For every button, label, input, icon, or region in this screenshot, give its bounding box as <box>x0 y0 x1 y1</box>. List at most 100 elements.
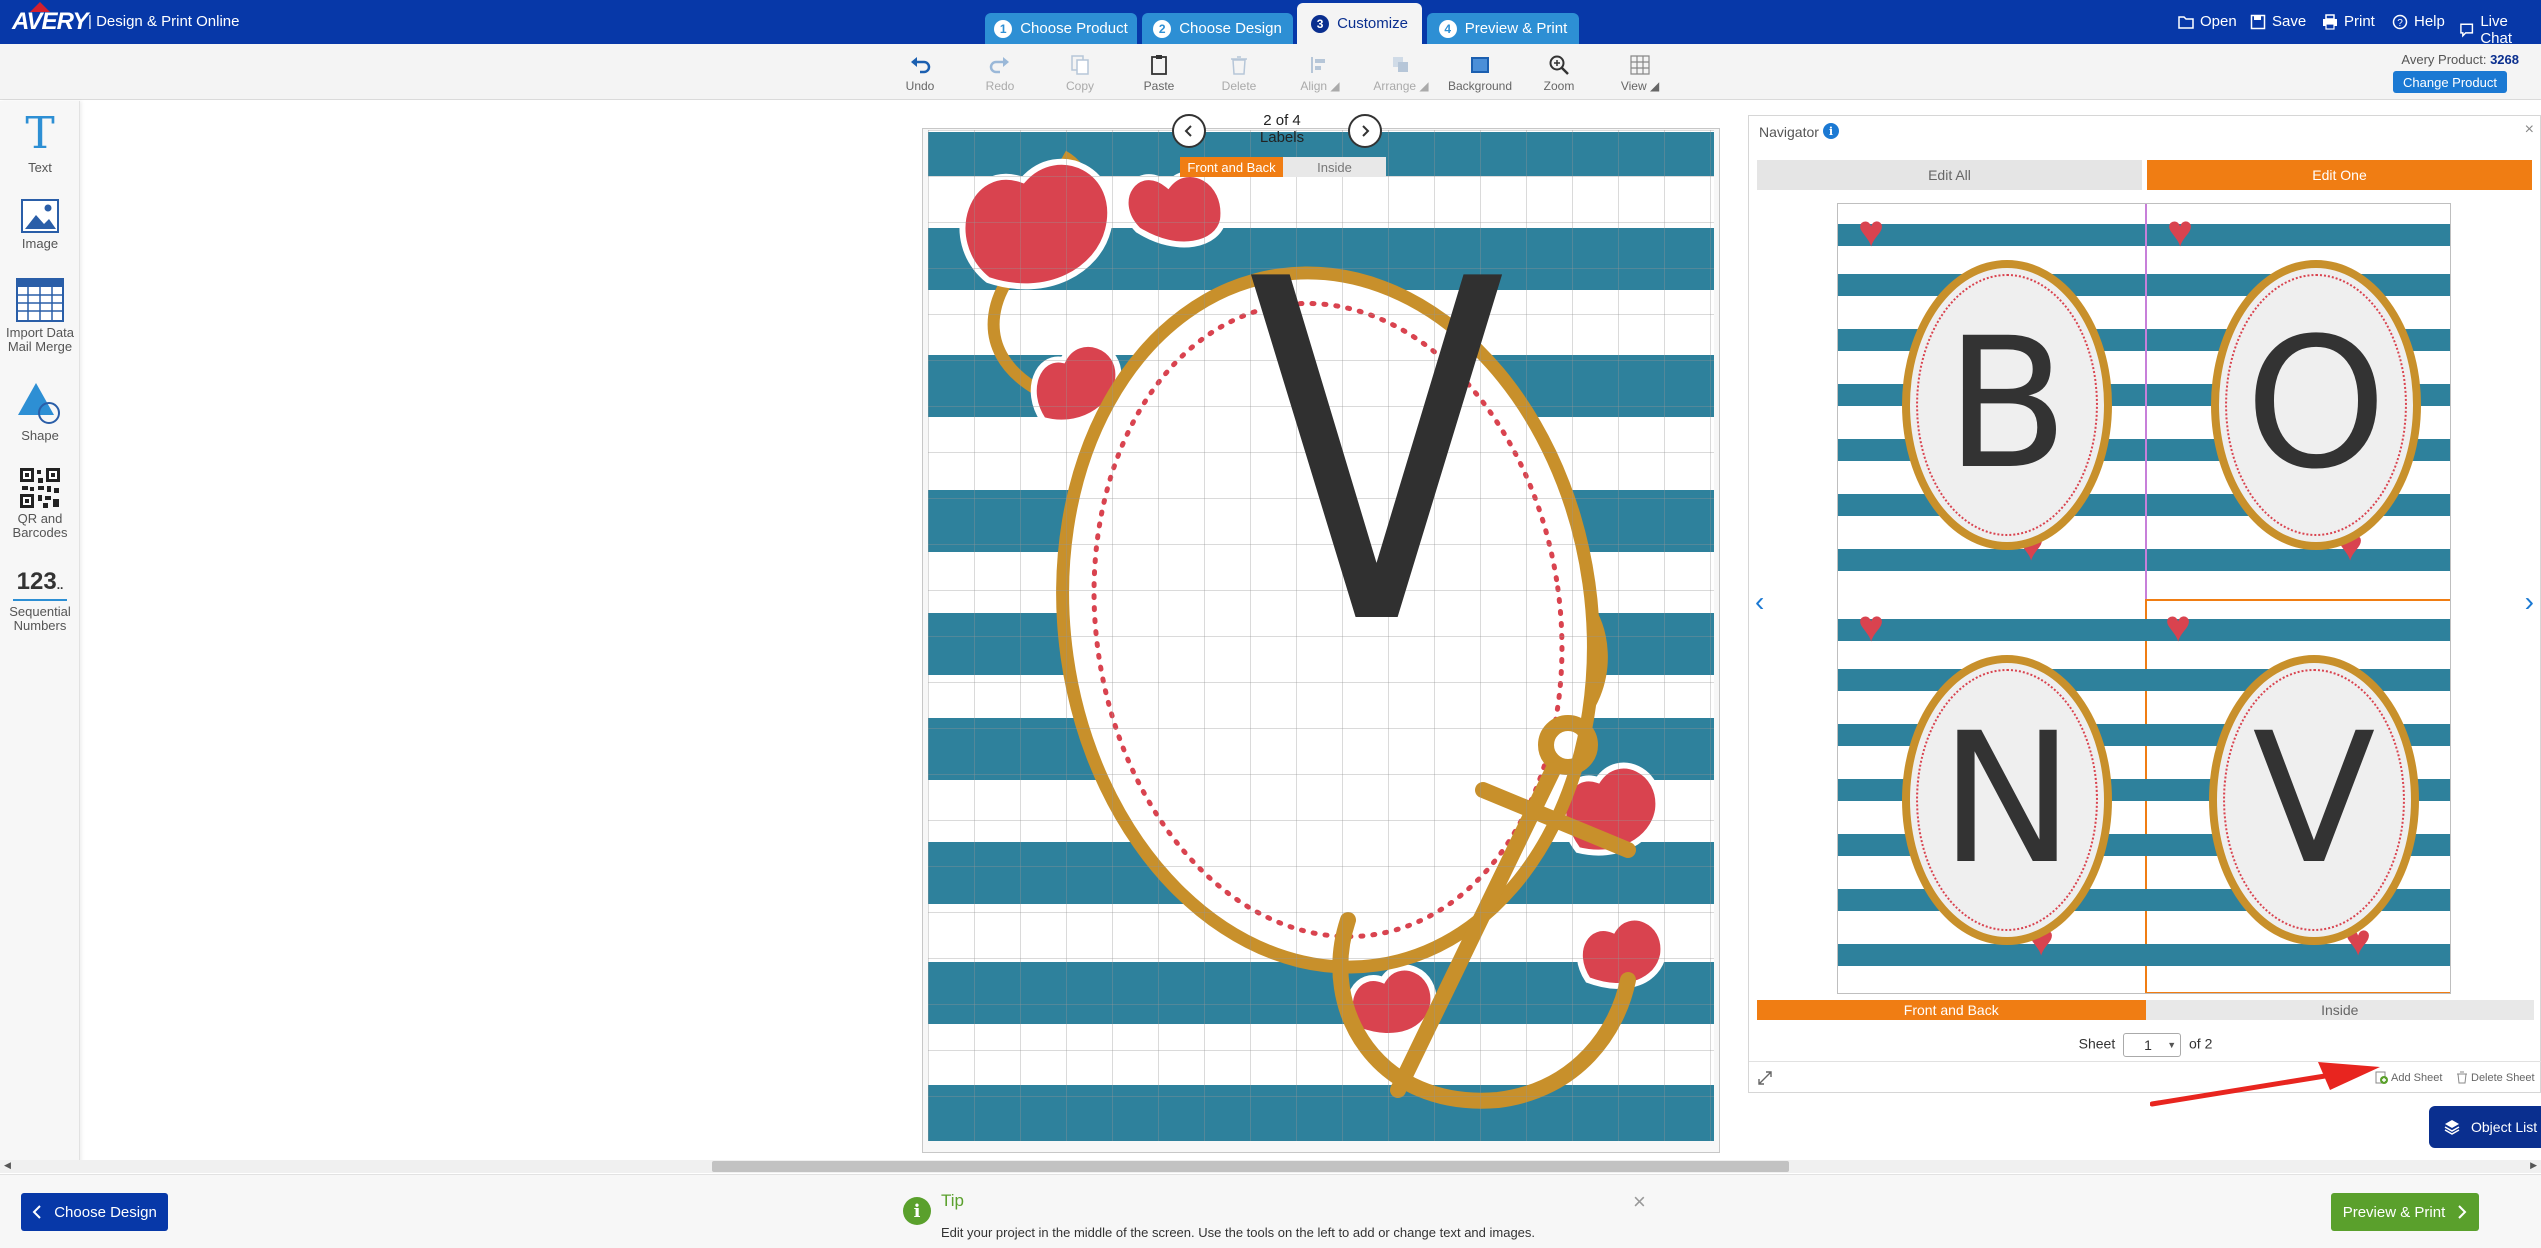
avery-product-info: Avery Product: 3268 <box>2401 52 2519 67</box>
align-label: Align <box>1300 79 1328 93</box>
label-thumbnail[interactable]: ♥ ♥ N <box>1838 599 2145 993</box>
navigator-face-tabs: Front and Back Inside <box>1757 1000 2534 1020</box>
step-label: Customize <box>1337 15 1408 32</box>
previous-sheet-arrow-icon[interactable]: ‹ <box>1755 586 1764 618</box>
object-list-label: Object List <box>2471 1119 2538 1135</box>
tab-inside[interactable]: Inside <box>2145 1000 2534 1020</box>
step-choose-product[interactable]: 1 Choose Product <box>985 13 1137 44</box>
edit-one-tab[interactable]: Edit One <box>2147 160 2532 190</box>
undo-button[interactable]: Undo <box>885 54 955 93</box>
qr-code-icon <box>20 468 60 508</box>
navigator-panel: Navigator i × Edit All Edit One ‹ › ♥ ♥ … <box>1748 115 2541 1093</box>
seq-glyph: 123 <box>16 568 57 595</box>
background-label: Background <box>1447 79 1513 93</box>
add-sheet-button[interactable]: Add Sheet <box>2375 1071 2442 1084</box>
preview-print-button[interactable]: Preview & Print <box>2331 1193 2479 1231</box>
delete-sheet-button[interactable]: Delete Sheet <box>2456 1071 2535 1084</box>
zoom-button[interactable]: Zoom <box>1524 54 1594 93</box>
heart-graphic: ♥ <box>1858 207 1885 256</box>
qr-barcode-tool[interactable]: QR and Barcodes <box>0 468 80 540</box>
sheet-thumbnail: ♥ ♥ B ♥ ♥ O ♥ ♥ N ♥ ♥ V <box>1837 203 2451 994</box>
arrange-icon <box>1393 57 1408 72</box>
live-chat-label: Live Chat <box>2480 13 2512 47</box>
print-button[interactable]: Print <box>2322 13 2375 30</box>
tab-front-and-back[interactable]: Front and Back <box>1180 157 1283 177</box>
label-thumbnail[interactable]: ♥ ♥ B <box>1838 204 2145 599</box>
mini-stripe <box>1838 549 2145 571</box>
close-icon[interactable]: × <box>2525 121 2534 139</box>
folder-icon <box>2178 15 2194 29</box>
navigator-footer: Add Sheet Delete Sheet <box>1749 1061 2541 1093</box>
horizontal-scrollbar-thumb[interactable] <box>712 1161 1789 1172</box>
caret-down-icon: ▼ <box>2167 1040 2177 1050</box>
sheet-select[interactable]: 1 ▼ <box>2123 1033 2182 1057</box>
heart-graphic: ♥ <box>2167 207 2194 256</box>
choose-design-button[interactable]: Choose Design <box>21 1193 168 1231</box>
redo-button[interactable]: Redo <box>965 54 1035 93</box>
paste-icon <box>1151 55 1167 75</box>
label-thumbnail[interactable]: ♥ ♥ O <box>2145 204 2450 599</box>
tip-text: Edit your project in the middle of the s… <box>941 1225 1536 1240</box>
seq-label-line2: Numbers <box>13 618 67 633</box>
mini-oval-frame: O <box>2211 260 2421 550</box>
change-product-button[interactable]: Change Product <box>2393 71 2507 93</box>
save-button[interactable]: Save <box>2250 13 2306 30</box>
delete-button[interactable]: Delete <box>1204 54 1274 93</box>
mini-stripe <box>2147 549 2450 571</box>
copy-button[interactable]: Copy <box>1045 54 1115 93</box>
toolbar: Undo Redo Copy Paste Delete Align ◢ Arra… <box>0 44 2541 100</box>
background-button[interactable]: Background <box>1445 54 1515 93</box>
edit-all-tab[interactable]: Edit All <box>1757 160 2142 190</box>
live-chat-button[interactable]: Live Chat <box>2459 13 2541 47</box>
info-icon[interactable]: i <box>1823 123 1839 139</box>
add-image-tool[interactable]: Image <box>0 199 80 251</box>
import-data-tool[interactable]: Import Data Mail Merge <box>0 278 80 354</box>
chevron-right-icon <box>2458 1205 2467 1219</box>
open-button[interactable]: Open <box>2178 13 2237 30</box>
design-canvas[interactable]: V <box>928 130 1714 1141</box>
add-sheet-label: Add Sheet <box>2391 1071 2443 1084</box>
design-letter[interactable]: V <box>1248 220 1505 690</box>
background-icon <box>1471 57 1489 73</box>
view-label: View <box>1620 79 1647 93</box>
scroll-left-icon[interactable]: ◀ <box>4 1160 11 1171</box>
close-icon[interactable]: × <box>1633 1189 1646 1215</box>
label-thumbnail-selected[interactable]: ♥ ♥ V <box>2145 599 2450 993</box>
import-data-label: Import Data <box>6 325 74 340</box>
undo-label: Undo <box>905 79 935 93</box>
preview-print-label: Preview & Print <box>2342 1203 2446 1221</box>
thumbnail-letter: O <box>2245 300 2387 509</box>
step-label: Choose Design <box>1179 20 1282 37</box>
tab-inside[interactable]: Inside <box>1283 157 1386 177</box>
scroll-right-icon[interactable]: ▶ <box>2530 1160 2537 1171</box>
help-label: Help <box>2414 13 2445 30</box>
add-shape-tool[interactable]: Shape <box>0 381 80 443</box>
next-page-button[interactable] <box>1348 114 1382 148</box>
object-list-button[interactable]: Object List <box>2429 1106 2541 1148</box>
spreadsheet-icon <box>16 278 64 322</box>
paste-button[interactable]: Paste <box>1124 54 1194 93</box>
printer-icon <box>2323 13 2337 30</box>
step-preview-print[interactable]: 4 Preview & Print <box>1427 13 1579 44</box>
left-tool-panel: T Text Image Import Data Mail Merge Shap… <box>0 101 80 1163</box>
delete-label: Delete <box>1221 79 1257 93</box>
grid-icon <box>1630 55 1650 75</box>
canvas-face-tabs: Front and Back Inside <box>1180 157 1386 177</box>
step-choose-design[interactable]: 2 Choose Design <box>1142 13 1293 44</box>
bottom-bar: Choose Design i Tip Edit your project in… <box>0 1174 2541 1248</box>
heart-graphic: ♥ <box>2165 602 2192 651</box>
add-text-tool[interactable]: T Text <box>0 111 80 175</box>
next-sheet-arrow-icon[interactable]: › <box>2525 586 2534 618</box>
arrange-button[interactable]: Arrange ◢ <box>1366 54 1436 93</box>
tab-front-and-back[interactable]: Front and Back <box>1757 1000 2146 1020</box>
shape-icon <box>18 383 60 424</box>
help-button[interactable]: ? Help <box>2392 13 2445 30</box>
align-button[interactable]: Align ◢ <box>1285 54 1355 93</box>
sequential-numbers-tool[interactable]: 123.. Sequential Numbers <box>0 568 80 633</box>
step-customize[interactable]: 3 Customize <box>1297 3 1422 44</box>
navigator-title: Navigator <box>1759 124 1819 140</box>
expand-icon[interactable] <box>1757 1070 1773 1086</box>
seq-label-line1: Sequential <box>9 604 71 619</box>
view-button[interactable]: View ◢ <box>1605 54 1675 93</box>
avery-logo[interactable]: AVERY <box>12 8 88 36</box>
